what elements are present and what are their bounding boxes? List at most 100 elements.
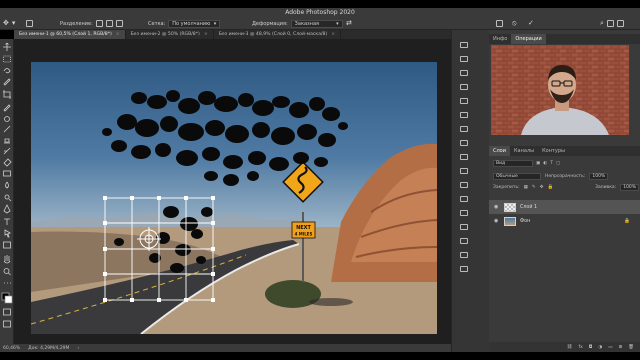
eye-icon[interactable]: ◉ (494, 218, 500, 224)
opacity-field[interactable]: 100% (589, 173, 609, 180)
adjustments-panel-icon[interactable] (460, 84, 468, 90)
tab-paths[interactable]: Контуры (538, 146, 569, 156)
lock-pixels-icon[interactable]: ▦ (524, 185, 528, 190)
mask-icon[interactable]: ◘ (589, 345, 593, 350)
layer-thumbnail (504, 216, 516, 226)
document-canvas[interactable]: NEXT 4 MILES (31, 62, 437, 334)
paragraph-panel-icon[interactable] (460, 182, 468, 188)
filter-pixel-icon[interactable]: ▣ (536, 161, 540, 166)
cancel-icon: ⦸ (512, 19, 517, 27)
layer-row-2[interactable]: ◉ Фон 🔒 (489, 214, 640, 228)
doc-tab-2[interactable]: Без имени-2 @ 50% (RGB/8*) × (126, 30, 214, 39)
warp-orientation[interactable]: ⇄ (346, 19, 352, 28)
color-panel-icon[interactable] (460, 126, 468, 132)
puppet-icon[interactable] (496, 20, 503, 27)
eyedropper-tool-icon (3, 104, 11, 112)
tab-layers[interactable]: Слои (489, 146, 510, 156)
tab-actions[interactable]: Операции (511, 34, 546, 44)
link-icon[interactable]: ⛓ (567, 345, 573, 350)
layers-panel-tabs: Слои Каналы Контуры (489, 146, 640, 156)
timeline-panel-icon[interactable] (460, 210, 468, 216)
folder-icon[interactable]: ▭ (608, 345, 612, 350)
type-tool-icon (4, 218, 10, 225)
workspace-icon[interactable] (606, 20, 614, 27)
lock-move-icon[interactable]: ✥ (540, 185, 544, 190)
character-panel-icon[interactable] (460, 168, 468, 174)
document-size[interactable]: Док: 4,29M/4,29M (28, 346, 69, 351)
notes-panel-icon[interactable] (460, 224, 468, 230)
warp-extra-controls (496, 19, 503, 28)
top-panel-tabs: Инфо Операции (489, 34, 640, 44)
history-panel-icon[interactable] (460, 42, 468, 48)
info-panel-icon[interactable] (460, 266, 468, 272)
commit-icon: ✓ (528, 19, 534, 27)
warp-value: Заказная (294, 20, 320, 27)
sign-text-line-1: NEXT (296, 225, 311, 231)
split-vertical-icon[interactable] (105, 20, 113, 27)
zoom-handle (8, 272, 11, 276)
tab-info[interactable]: Инфо (489, 34, 511, 44)
lock-label: Закрепить: (493, 185, 520, 190)
swatches-panel-icon[interactable] (460, 112, 468, 118)
hand-tool-icon (3, 255, 11, 264)
doc-tab-1[interactable]: Без имени-1 @ 60,5% (Слой 1, RGB/8*) × (14, 30, 126, 39)
layer-thumbnail (504, 202, 516, 212)
zoom-tool-icon (3, 268, 10, 274)
paths-panel-icon[interactable] (460, 238, 468, 244)
actions-panel-icon[interactable] (460, 252, 468, 258)
status-menu-arrow[interactable]: › (77, 346, 79, 351)
window-title: Adobe Photoshop 2020 (285, 9, 355, 16)
warp-label: Деформация: (252, 20, 288, 27)
close-icon[interactable]: × (331, 30, 335, 39)
filter-adjust-icon[interactable]: ◐ (543, 161, 547, 166)
properties-panel-icon[interactable] (460, 56, 468, 62)
reference-point-toggle[interactable] (26, 19, 33, 28)
search-icon[interactable]: ⌕ (600, 19, 604, 28)
close-icon[interactable]: × (116, 30, 120, 39)
filter-type-icon[interactable]: T (550, 161, 553, 166)
letterbox-bottom (0, 352, 640, 360)
lock-paint-icon[interactable]: ✎ (532, 185, 536, 190)
fx-icon[interactable]: fx (578, 345, 582, 350)
layer-filter-row: Вид ▣ ◐ T ▢ (493, 160, 560, 167)
filter-shape-icon[interactable]: ▢ (556, 161, 560, 166)
split-cross-icon[interactable] (95, 20, 103, 27)
split-setting[interactable]: Разделение: (60, 19, 123, 28)
brush-settings-icon[interactable] (460, 140, 468, 146)
blend-row: Обычные Непрозрачность: 100% (493, 173, 609, 180)
warp-dropdown[interactable]: Заказная ▾ (290, 19, 343, 28)
split-horizontal-icon[interactable] (115, 20, 123, 27)
eye-icon[interactable]: ◉ (494, 204, 500, 210)
crop-tool-icon (3, 90, 11, 99)
pen-tool-icon (3, 204, 11, 214)
clone-source-icon[interactable] (460, 154, 468, 160)
trash-icon[interactable]: 🗑 (628, 345, 634, 350)
styles-panel-icon[interactable] (460, 98, 468, 104)
move-tool-preset[interactable]: ✥ ▾ (3, 19, 15, 28)
fill-field[interactable]: 100% (620, 184, 640, 191)
lock-all-icon[interactable]: 🔒 (547, 185, 553, 190)
libraries-panel-icon[interactable] (460, 70, 468, 76)
new-layer-icon[interactable]: ⊞ (619, 345, 623, 350)
adjustment-icon[interactable]: ◑ (598, 345, 602, 350)
shrub-shadow (309, 298, 353, 306)
commit-transform-button[interactable]: ✓ (528, 19, 534, 28)
cancel-transform-button[interactable]: ⦸ (512, 19, 517, 28)
blend-mode-dropdown[interactable]: Обычные (493, 173, 541, 180)
layer-row-1[interactable]: ◉ Слой 1 (489, 200, 640, 214)
quick-mask-icon (3, 308, 11, 316)
document-tabs: Без имени-1 @ 60,5% (Слой 1, RGB/8*) × Б… (14, 30, 451, 39)
move-tool-icon (3, 42, 11, 51)
layer-kind-filter[interactable]: Вид (493, 160, 533, 167)
glyphs-panel-icon[interactable] (460, 196, 468, 202)
close-icon[interactable]: × (204, 30, 208, 39)
winding-road-sign (282, 161, 324, 203)
share-icon[interactable] (616, 20, 624, 27)
split-label: Разделение: (60, 20, 93, 27)
tools-panel (0, 39, 14, 344)
tab-channels[interactable]: Каналы (510, 146, 538, 156)
desert-road-photo: NEXT 4 MILES (31, 90, 437, 334)
grid-dropdown[interactable]: По умолчанию ▾ (168, 19, 221, 28)
zoom-level[interactable]: 60,46% (3, 346, 20, 351)
doc-tab-3[interactable]: Без имени-3 @ 48,9% (Слой 0, Слой-маска/… (214, 30, 342, 39)
